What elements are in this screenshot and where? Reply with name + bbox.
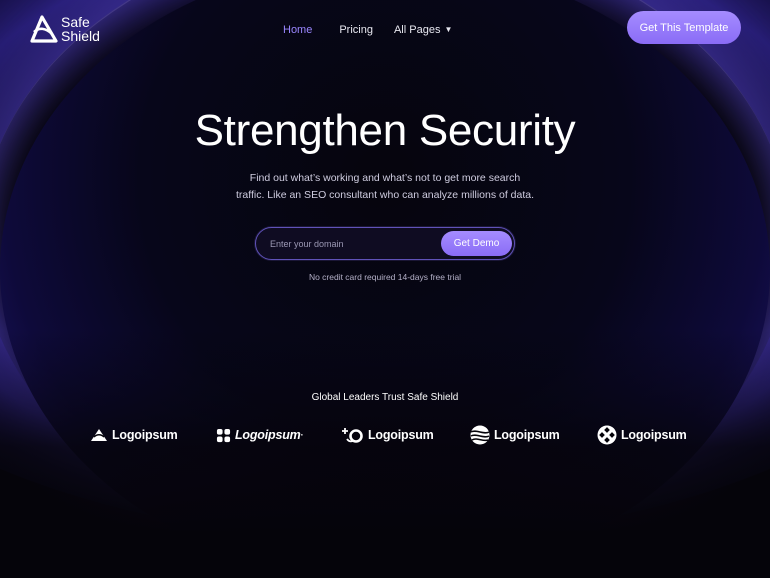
- partner-logos: Logoipsum Logoipsum · Logoipsum Logoipsu…: [0, 424, 770, 446]
- partner-logo-2-label: Logoipsum: [235, 428, 301, 442]
- shield-triangle-icon: [30, 15, 58, 43]
- spark-ring-logo-icon: [342, 428, 363, 443]
- brand-name-line2: Shield: [61, 28, 100, 44]
- nav-item-pricing[interactable]: Pricing: [339, 24, 373, 36]
- nav-item-all-pages-label: All Pages: [393, 24, 441, 36]
- partner-logo-2-mark: ·: [300, 430, 304, 440]
- get-template-button[interactable]: Get This Template: [627, 11, 741, 44]
- hero-title: Strengthen Security: [194, 106, 576, 155]
- brand-name: Safe Shield: [61, 15, 100, 43]
- partner-logo-5: Logoipsum: [597, 424, 687, 446]
- partner-logo-4: Logoipsum: [470, 424, 560, 446]
- diamond-circle-logo-icon: [597, 425, 617, 445]
- hero-subtitle: Find out what’s working and what’s not t…: [235, 172, 535, 201]
- domain-input[interactable]: [270, 236, 430, 252]
- partner-logo-1-label: Logoipsum: [112, 428, 178, 442]
- partner-logo-3-label: Logoipsum: [368, 428, 434, 442]
- cloud-triangle-logo-icon: [91, 429, 107, 441]
- main-nav: Home Pricing All Pages ▼: [283, 24, 452, 36]
- partner-logo-4-label: Logoipsum: [494, 428, 560, 442]
- trial-note: No credit card required 14-days free tri…: [308, 272, 462, 282]
- nav-item-home[interactable]: Home: [283, 24, 312, 36]
- partner-logo-3: Logoipsum: [342, 424, 434, 446]
- brand-name-line1: Safe: [61, 14, 90, 30]
- nav-item-all-pages[interactable]: All Pages ▼: [394, 24, 452, 36]
- wave-globe-logo-icon: [470, 425, 490, 445]
- demo-form: Get Demo: [255, 227, 515, 260]
- get-demo-button[interactable]: Get Demo: [441, 231, 512, 256]
- brand-logo[interactable]: Safe Shield: [30, 14, 100, 44]
- partner-logo-5-label: Logoipsum: [621, 428, 687, 442]
- flower-logo-icon: [216, 428, 231, 442]
- partner-logo-2: Logoipsum ·: [216, 424, 304, 446]
- partner-logo-1: Logoipsum: [90, 424, 178, 446]
- caret-down-icon: ▼: [444, 25, 453, 34]
- trust-title: Global Leaders Trust Safe Shield: [311, 392, 459, 403]
